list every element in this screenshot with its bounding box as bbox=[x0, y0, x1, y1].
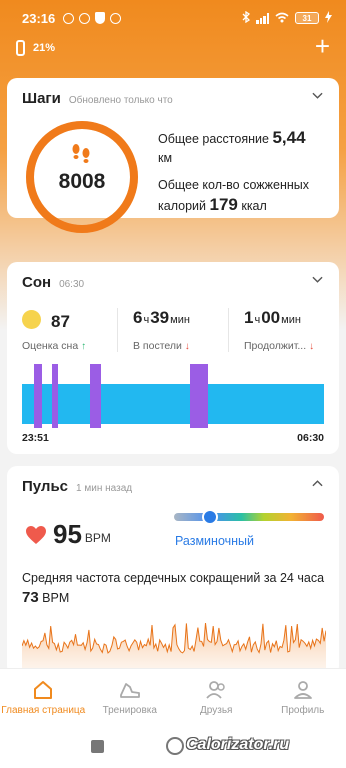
nav-friends[interactable]: Друзья bbox=[173, 669, 260, 724]
arrow-down-icon: ↓ bbox=[309, 341, 315, 352]
steps-count: 8008 bbox=[58, 170, 106, 193]
heart-title: Пульс bbox=[22, 478, 69, 495]
sleep-in-bed: 6 ч 39 мин В постели ↓ bbox=[117, 308, 228, 352]
friends-icon bbox=[206, 680, 225, 699]
bpm-number: 95 bbox=[53, 519, 82, 549]
chevron-up-icon[interactable] bbox=[312, 478, 323, 489]
sleep-awake-bar bbox=[90, 364, 101, 428]
recents-button[interactable] bbox=[91, 740, 104, 753]
heart-rate-card[interactable]: Пульс 1 мин назад 95 BPM Разминочный Сре… bbox=[7, 466, 339, 695]
sleep-score: 87 Оценка сна ↑ bbox=[22, 310, 87, 352]
sleep-light-band bbox=[22, 384, 324, 424]
system-navigation: Calorizator.ru bbox=[0, 724, 346, 768]
sleep-time: 06:30 bbox=[59, 279, 85, 290]
alarm-icon bbox=[63, 12, 75, 24]
sleep-start: 23:51 bbox=[22, 432, 49, 444]
smile-face-icon bbox=[22, 310, 41, 329]
avg-unit: BPM bbox=[42, 591, 70, 606]
heart-average: Средняя частота сердечных сокращений за … bbox=[22, 571, 325, 607]
bpm-unit: BPM bbox=[84, 530, 111, 545]
device-battery: 21% bbox=[33, 42, 56, 54]
arrow-down-icon: ↓ bbox=[184, 341, 190, 352]
sleep-end: 06:30 bbox=[297, 432, 324, 444]
profile-icon bbox=[293, 680, 312, 699]
arrow-up-icon: ↑ bbox=[81, 341, 87, 352]
viber-icon bbox=[79, 12, 91, 24]
heart-rate-value: 95 BPM bbox=[25, 519, 111, 550]
avg-value: 73 bbox=[22, 589, 39, 607]
shield-icon bbox=[95, 12, 106, 24]
home-button[interactable] bbox=[166, 737, 184, 755]
notification-icons bbox=[63, 12, 122, 24]
system-status: 31 bbox=[242, 10, 332, 26]
chevron-down-icon[interactable] bbox=[312, 274, 323, 285]
battery-icon: 31 bbox=[295, 12, 319, 24]
sleep-title: Сон bbox=[22, 274, 52, 291]
calories-line: Общее кол-во сожженных калорий 179 ккал bbox=[158, 177, 309, 214]
nav-profile[interactable]: Профиль bbox=[260, 669, 346, 724]
bluetooth-icon bbox=[242, 10, 251, 26]
sleep-awake-bar bbox=[52, 364, 58, 428]
heart-icon bbox=[26, 525, 46, 544]
heart-zone-scale bbox=[174, 513, 324, 521]
status-bar: 23:16 31 bbox=[0, 0, 346, 36]
wifi-icon bbox=[275, 11, 289, 26]
home-icon bbox=[34, 680, 53, 699]
sleep-awake-bar bbox=[34, 364, 42, 428]
device-row: 21% + bbox=[0, 33, 346, 60]
band-icon[interactable] bbox=[16, 40, 25, 56]
add-button[interactable]: + bbox=[315, 33, 330, 59]
watermark: Calorizator.ru bbox=[186, 736, 290, 753]
heart-rate-chart bbox=[22, 623, 326, 676]
nav-home[interactable]: Главная страница bbox=[0, 669, 87, 724]
distance-line: Общее расстояние 5,44 км bbox=[158, 128, 306, 165]
distance-unit: км bbox=[158, 150, 173, 165]
steps-updated: Обновлено только что bbox=[68, 95, 173, 106]
sleep-stage-chart bbox=[22, 364, 324, 428]
charging-icon bbox=[325, 10, 332, 26]
status-time: 23:16 bbox=[22, 10, 56, 26]
heart-zone-label: Разминочный bbox=[175, 534, 255, 548]
sleep-duration: 1 ч 00 мин Продолжит... ↓ bbox=[228, 308, 339, 352]
calories-value: 179 bbox=[209, 194, 238, 214]
bottom-navigation: Главная страница Тренировка Друзья Профи… bbox=[0, 668, 346, 724]
nav-workout[interactable]: Тренировка bbox=[87, 669, 174, 724]
sleep-awake-bar bbox=[190, 364, 208, 428]
steps-title: Шаги bbox=[22, 90, 61, 107]
heart-zone-indicator bbox=[202, 509, 218, 525]
sleep-card[interactable]: Сон 06:30 87 Оценка сна ↑ 6 ч 39 мин В пост… bbox=[7, 262, 339, 454]
distance-value: 5,44 bbox=[272, 128, 306, 147]
calories-unit: ккал bbox=[241, 198, 267, 213]
signal-icon bbox=[256, 12, 269, 24]
chevron-down-icon[interactable] bbox=[312, 90, 323, 101]
footsteps-icon bbox=[72, 144, 90, 163]
shoe-icon bbox=[119, 682, 140, 698]
heart-updated: 1 мин назад bbox=[76, 483, 133, 494]
app-icon bbox=[110, 12, 122, 24]
steps-card[interactable]: Шаги Обновлено только что 8008 Общее рас… bbox=[7, 78, 339, 233]
